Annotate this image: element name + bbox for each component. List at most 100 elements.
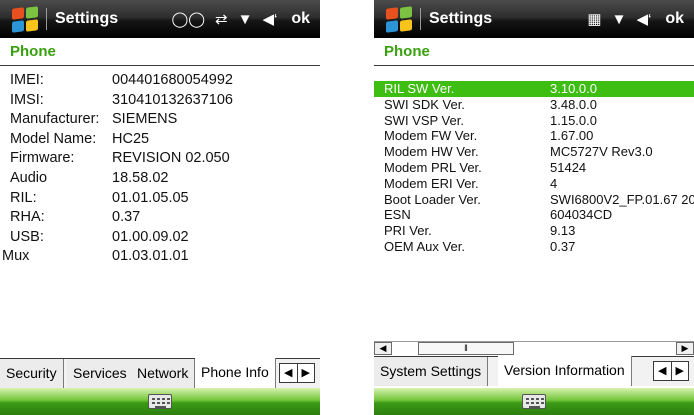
info-value: REVISION 02.050	[112, 150, 230, 167]
info-value: 0.37	[112, 209, 141, 226]
horizontal-scrollbar[interactable]: ◀ ‖ ▶	[374, 341, 694, 355]
version-value: 4	[550, 175, 558, 191]
version-value: MC5727V Rev3.0	[550, 144, 653, 160]
version-label: OEM Aux Ver.	[384, 238, 465, 254]
page-title: Phone	[374, 38, 694, 66]
version-row[interactable]: Modem ERI Ver. 4	[374, 176, 694, 192]
info-label: Firmware:	[10, 150, 75, 167]
signal-icon[interactable]: ▼	[238, 11, 253, 28]
scroll-left-icon[interactable]: ◀	[374, 342, 392, 355]
info-row-manufacturer: Manufacturer: SIEMENS	[0, 111, 320, 131]
version-label: SWI SDK Ver.	[384, 96, 465, 112]
tab-security[interactable]: Security	[0, 359, 64, 388]
info-value: 01.03.01.01	[112, 248, 189, 265]
tab-services[interactable]: Services	[67, 359, 134, 388]
info-label: Manufacturer:	[10, 111, 100, 128]
keyboard-icon[interactable]	[148, 394, 172, 409]
version-value: 51424	[550, 159, 587, 175]
version-row[interactable]: OEM Aux Ver. 0.37	[374, 239, 694, 255]
softkey-bar	[0, 388, 320, 415]
version-row[interactable]: PRI Ver. 9.13	[374, 223, 694, 239]
title-separator	[46, 8, 47, 30]
tab-strip: Security Services Network Phone Info ◀ ▶	[0, 358, 320, 388]
version-row[interactable]: ESN 604034CD	[374, 207, 694, 223]
info-value: 004401680054992	[112, 72, 233, 88]
title-bar: Settings ▦ ▼ ◀‘ ok	[374, 0, 694, 38]
tab-version-information[interactable]: Version Information	[498, 356, 632, 386]
voicemail-icon[interactable]: ◯◯	[171, 10, 205, 28]
info-value: 01.01.05.05	[112, 189, 189, 206]
info-value: 01.00.09.02	[112, 228, 189, 245]
version-value: 3.10.0.0	[550, 81, 597, 96]
volume-icon[interactable]: ◀‘	[262, 10, 277, 28]
version-row[interactable]: RIL SW Ver. 3.10.0.0	[374, 81, 694, 97]
info-label: RIL:	[10, 189, 37, 206]
signal-icon[interactable]: ▼	[612, 11, 627, 28]
version-row[interactable]: Boot Loader Ver. SWI6800V2_FP.01.67 20	[374, 192, 694, 208]
version-label: Boot Loader Ver.	[384, 191, 481, 207]
right-arrow-icon[interactable]: ▶	[296, 364, 315, 382]
info-value: SIEMENS	[112, 111, 178, 128]
phone-info-screen: Settings ◯◯ ⇄ ▼ ◀‘ ok Phone IMEI: 004401…	[0, 0, 320, 415]
version-row[interactable]: Modem FW Ver. 1.67.00	[374, 128, 694, 144]
left-arrow-icon[interactable]: ◀	[654, 362, 671, 380]
right-arrow-icon[interactable]: ▶	[670, 362, 689, 380]
ok-button[interactable]: ok	[665, 10, 684, 28]
version-label: Modem ERI Ver.	[384, 175, 479, 191]
info-value: HC25	[112, 130, 150, 147]
version-label: PRI Ver.	[384, 223, 432, 239]
windows-start-icon[interactable]	[384, 4, 414, 34]
info-label: RHA:	[10, 209, 45, 226]
version-row[interactable]: SWI SDK Ver. 3.48.0.0	[374, 97, 694, 113]
info-value: 310410132637106	[112, 91, 233, 108]
version-value: SWI6800V2_FP.01.67 20	[550, 191, 694, 207]
tab-phone-info[interactable]: Phone Info	[195, 358, 276, 388]
tab-strip: System Settings Version Information ◀ ▶	[374, 356, 694, 386]
version-value: 9.13	[550, 223, 576, 239]
info-row-firmware: Firmware: REVISION 02.050	[0, 150, 320, 170]
info-row-imsi: IMSI: 310410132637106	[0, 92, 320, 112]
data-transfer-icon[interactable]: ⇄	[215, 10, 228, 28]
status-icons: ▦ ▼ ◀‘ ok	[587, 10, 684, 28]
tab-system-settings[interactable]: System Settings	[374, 357, 489, 386]
scrollbar-thumb[interactable]: ‖	[418, 342, 514, 355]
info-value: 18.58.02	[112, 169, 169, 186]
version-value: 1.15.0.0	[550, 112, 597, 128]
version-label: RIL SW Ver.	[384, 81, 455, 96]
info-row-audio: Audio 18.58.02	[0, 170, 320, 190]
version-value: 1.67.00	[550, 128, 594, 144]
version-label: Modem PRL Ver.	[384, 159, 482, 175]
version-list: RIL SW Ver. 3.10.0.0 SWI SDK Ver. 3.48.0…	[374, 81, 694, 255]
window-title: Settings	[55, 10, 119, 27]
connection-icon[interactable]: ▦	[587, 10, 601, 28]
left-arrow-icon[interactable]: ◀	[280, 364, 297, 382]
version-row[interactable]: Modem PRL Ver. 51424	[374, 160, 694, 176]
version-value: 604034CD	[550, 207, 613, 223]
scroll-right-icon[interactable]: ▶	[676, 342, 694, 355]
ok-button[interactable]: ok	[291, 10, 310, 28]
info-row-usb: USB: 01.00.09.02	[0, 229, 320, 249]
version-value: 3.48.0.0	[550, 96, 597, 112]
info-label: Audio	[10, 169, 48, 186]
tab-network[interactable]: Network	[131, 359, 196, 388]
tab-scroll-buttons: ◀ ▶	[653, 361, 689, 381]
softkey-bar	[374, 388, 694, 415]
info-label: IMEI:	[10, 72, 44, 88]
info-row-ril: RIL: 01.01.05.05	[0, 190, 320, 210]
page-title: Phone	[0, 38, 320, 66]
window-title: Settings	[429, 10, 493, 27]
info-row-rha: RHA: 0.37	[0, 209, 320, 229]
info-label: USB:	[10, 228, 44, 245]
title-bar: Settings ◯◯ ⇄ ▼ ◀‘ ok	[0, 0, 320, 38]
info-row-imei: IMEI: 004401680054992	[0, 72, 320, 92]
version-value: 0.37	[550, 238, 576, 254]
version-row[interactable]: Modem HW Ver. MC5727V Rev3.0	[374, 144, 694, 160]
info-label: IMSI:	[10, 91, 44, 108]
windows-start-icon[interactable]	[10, 4, 40, 34]
version-info-screen: Settings ▦ ▼ ◀‘ ok Phone RIL SW Ver. 3.1…	[374, 0, 694, 415]
keyboard-icon[interactable]	[522, 394, 546, 409]
volume-icon[interactable]: ◀‘	[636, 10, 651, 28]
version-row[interactable]: SWI VSP Ver. 1.15.0.0	[374, 113, 694, 129]
info-grid: IMEI: 004401680054992 IMSI: 310410132637…	[0, 72, 320, 268]
status-icons: ◯◯ ⇄ ▼ ◀‘ ok	[171, 10, 310, 28]
